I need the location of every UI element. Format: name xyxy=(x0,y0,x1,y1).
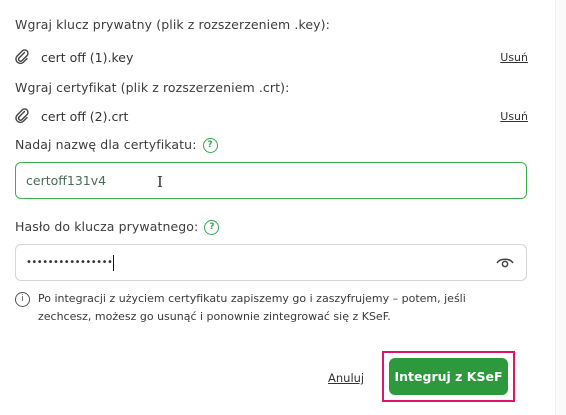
info-icon: i xyxy=(15,292,30,307)
certificate-file-name: cert off (2).crt xyxy=(41,108,129,124)
password-label: Hasło do klucza prywatnego: xyxy=(15,219,199,234)
private-key-file-row: cert off (1).key Usuń xyxy=(15,47,528,67)
info-note: i Po integracji z użyciem certyfikatu za… xyxy=(15,290,515,326)
paperclip-icon xyxy=(15,49,29,65)
cert-name-value: certoff131v4 xyxy=(26,173,107,188)
password-input[interactable]: •••••••••••••••• xyxy=(15,244,527,281)
cancel-link[interactable]: Anuluj xyxy=(328,371,364,385)
private-key-label: Wgraj klucz prywatny (plik z rozszerzeni… xyxy=(15,17,330,32)
info-text: Po integracji z użyciem certyfikatu zapi… xyxy=(38,292,466,323)
password-label-row: Hasło do klucza prywatnego:? xyxy=(15,219,220,235)
scrollbar[interactable] xyxy=(555,0,566,415)
certificate-file-row: cert off (2).crt Usuń xyxy=(15,106,528,126)
private-key-file-name: cert off (1).key xyxy=(41,49,134,65)
cert-name-input[interactable]: certoff131v4 I xyxy=(15,162,527,199)
remove-private-key-link[interactable]: Usuń xyxy=(500,51,528,64)
paperclip-icon xyxy=(15,108,29,124)
eye-icon[interactable] xyxy=(496,257,514,269)
integrate-ksef-button[interactable]: Integruj z KSeF xyxy=(389,358,508,395)
text-caret xyxy=(113,254,115,271)
cert-name-label-row: Nadaj nazwę dla certyfikatu:? xyxy=(15,137,218,153)
remove-certificate-link[interactable]: Usuń xyxy=(500,110,528,123)
cert-name-label: Nadaj nazwę dla certyfikatu: xyxy=(15,137,197,152)
question-icon[interactable]: ? xyxy=(202,138,218,153)
certificate-label: Wgraj certyfikat (plik z rozszerzeniem .… xyxy=(15,80,290,95)
text-cursor-icon: I xyxy=(157,173,163,191)
password-masked-value: •••••••••••••••• xyxy=(26,257,113,268)
question-icon[interactable]: ? xyxy=(204,220,220,235)
